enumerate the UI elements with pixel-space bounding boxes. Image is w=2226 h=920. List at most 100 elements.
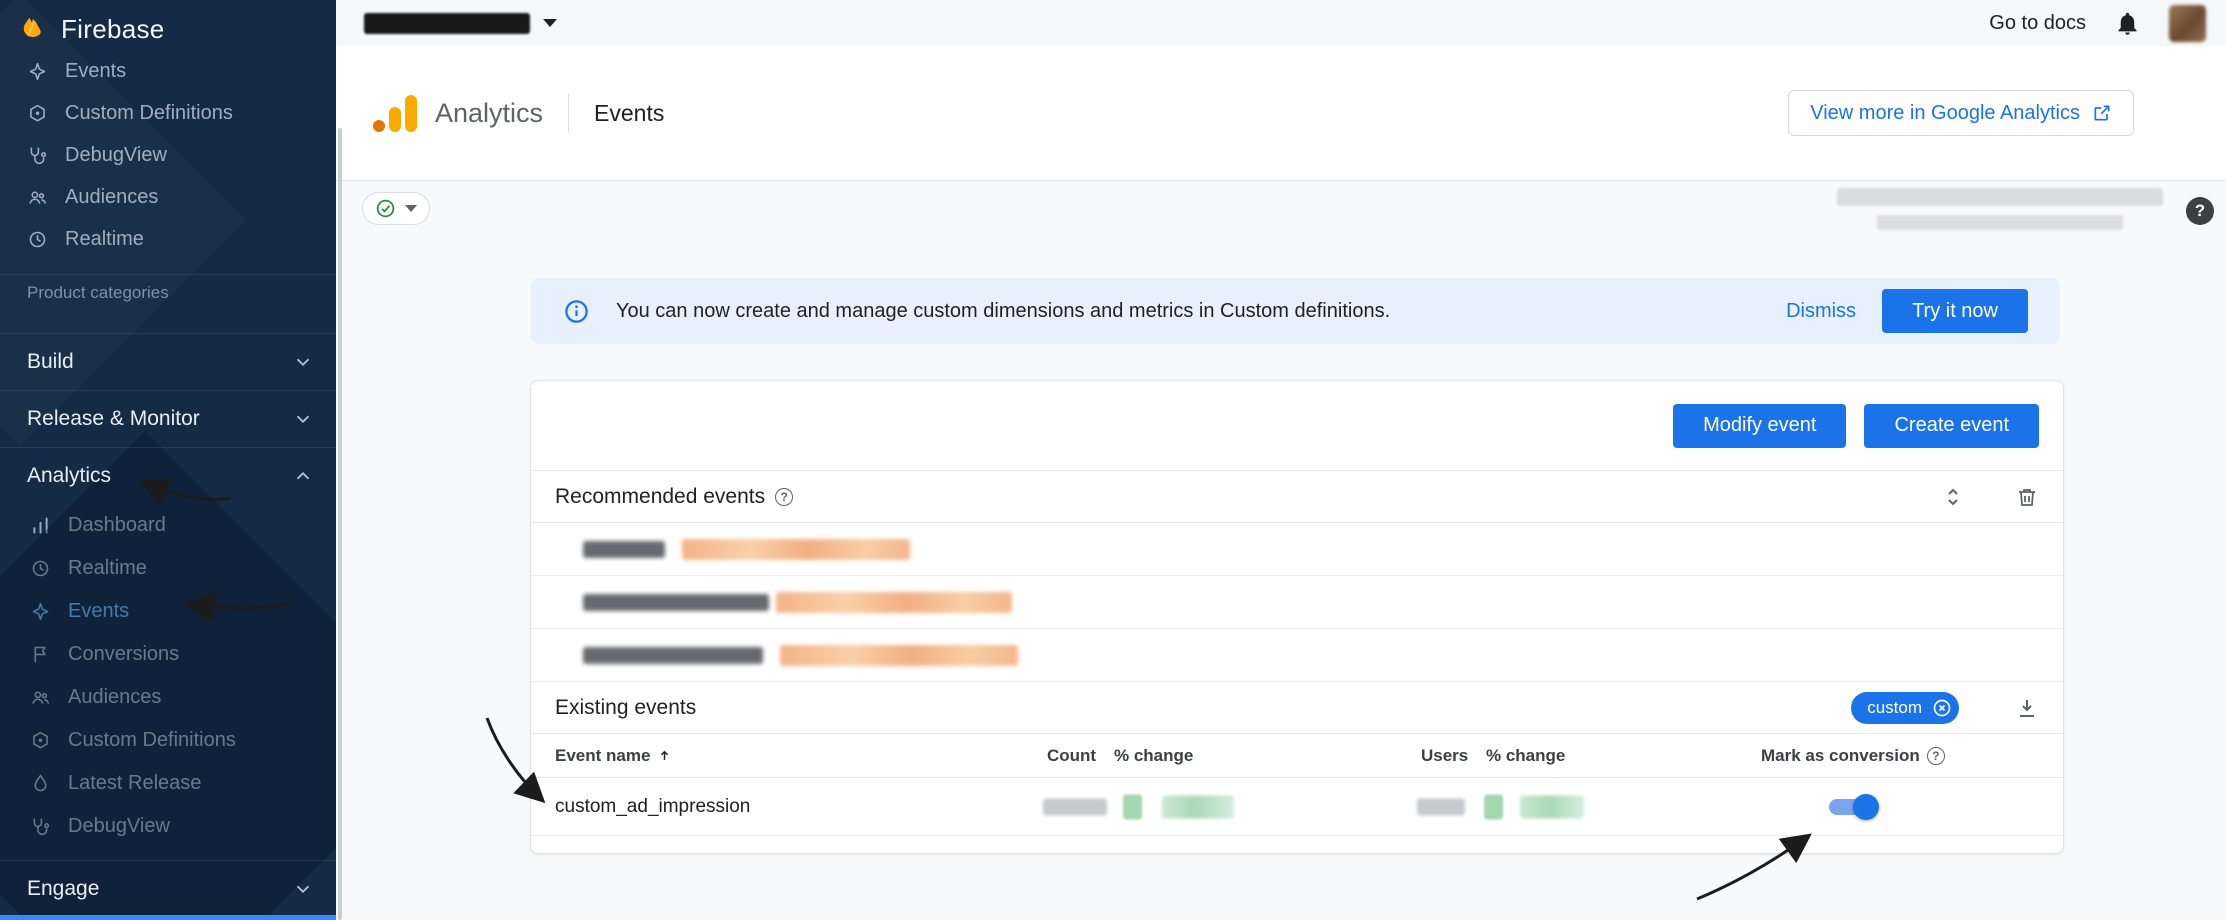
redacted-event-name <box>583 541 665 558</box>
topbar-right: Go to docs <box>1989 5 2206 42</box>
product-title: Analytics <box>435 98 543 129</box>
redacted-change-value <box>1162 795 1234 818</box>
recommended-toolbar <box>1941 485 2039 509</box>
redacted-users <box>1417 798 1465 815</box>
check-circle-icon <box>375 198 396 219</box>
help-glyph: ? <box>2195 201 2205 221</box>
go-to-docs-link[interactable]: Go to docs <box>1989 12 2086 35</box>
page-title: Events <box>594 100 664 127</box>
custom-definitions-icon <box>27 103 48 124</box>
redacted-text-line <box>1877 215 2123 230</box>
sidebar-item-label: DebugView <box>65 144 167 167</box>
firebase-home-link[interactable]: Firebase <box>0 0 336 46</box>
events-table-header: Event name Count % change Users % change… <box>531 734 2063 778</box>
view-more-label: View more in Google Analytics <box>1810 102 2080 125</box>
download-icon[interactable] <box>2015 696 2039 720</box>
chevron-down-icon <box>292 878 314 900</box>
redacted-change-icon <box>1123 794 1142 819</box>
sidebar-item-label: Realtime <box>65 228 144 251</box>
event-table-row[interactable]: custom_ad_impression <box>531 778 2063 836</box>
redacted-change-value <box>1520 795 1584 818</box>
audiences-icon <box>27 187 48 208</box>
close-icon[interactable] <box>1932 698 1952 718</box>
sidebar: Firebase Events Custom Definitions Debug… <box>0 0 336 920</box>
firebase-console: Firebase Events Custom Definitions Debug… <box>0 0 2226 920</box>
brand-name: Firebase <box>61 14 165 45</box>
redacted-description <box>776 592 1012 613</box>
existing-events-header: Existing events custom <box>531 682 2063 734</box>
user-avatar[interactable] <box>2169 5 2206 42</box>
redacted-change-icon <box>1484 794 1503 819</box>
mark-as-conversion-toggle[interactable] <box>1829 797 1877 817</box>
realtime-icon <box>27 229 48 250</box>
column-users-change[interactable]: % change <box>1486 746 1565 766</box>
redacted-event-name <box>583 594 769 611</box>
project-selector[interactable] <box>364 13 557 34</box>
help-icon[interactable]: ? <box>775 488 793 506</box>
info-banner: You can now create and manage custom dim… <box>531 278 2060 344</box>
card-actions-row: Modify event Create event <box>531 381 2063 471</box>
sort-unfold-icon[interactable] <box>1941 485 1965 509</box>
sidebar-item-realtime[interactable]: Realtime <box>0 218 336 260</box>
sidebar-item-audiences[interactable]: Audiences <box>0 176 336 218</box>
sidebar-item-label: Audiences <box>65 186 158 209</box>
status-filter-chip[interactable] <box>362 192 430 225</box>
notifications-bell-icon[interactable] <box>2114 10 2141 37</box>
sidebar-item-custom-definitions[interactable]: Custom Definitions <box>0 92 336 134</box>
recommended-event-row[interactable] <box>531 629 2063 682</box>
sidebar-section-engage[interactable]: Engage <box>0 860 336 917</box>
sidebar-item-debugview[interactable]: DebugView <box>0 134 336 176</box>
create-event-button[interactable]: Create event <box>1864 404 2039 448</box>
sidebar-bottom-accent <box>0 915 336 920</box>
external-link-icon <box>2092 103 2112 123</box>
dismiss-link[interactable]: Dismiss <box>1786 300 1856 323</box>
sidebar-section-analytics[interactable]: Analytics <box>0 447 336 504</box>
sidebar-item-events[interactable]: Events <box>0 50 336 92</box>
view-more-in-ga-button[interactable]: View more in Google Analytics <box>1788 90 2134 136</box>
redacted-description <box>682 539 910 560</box>
event-name-cell: custom_ad_impression <box>555 796 750 818</box>
topbar: Go to docs <box>336 0 2226 46</box>
recommended-event-row[interactable] <box>531 523 2063 576</box>
recommended-event-row[interactable] <box>531 576 2063 629</box>
product-categories-label: Product categories <box>0 274 336 313</box>
help-icon[interactable]: ? <box>1927 747 1945 765</box>
sort-ascending-icon <box>657 748 672 763</box>
redacted-header-info <box>1837 188 2163 230</box>
sidebar-scrollbar[interactable] <box>338 128 342 920</box>
sidebar-item-label: Events <box>65 60 126 83</box>
sidebar-section-release-monitor[interactable]: Release & Monitor <box>0 390 336 447</box>
redacted-description <box>780 645 1018 666</box>
modify-event-button[interactable]: Modify event <box>1673 404 1846 448</box>
help-icon[interactable]: ? <box>2186 197 2214 225</box>
redacted-text-line <box>1837 188 2163 206</box>
section-label: Release & Monitor <box>27 407 200 431</box>
existing-events-title: Existing events <box>555 696 696 720</box>
chevron-down-icon <box>292 408 314 430</box>
section-label: Engage <box>27 877 99 901</box>
redacted-event-name <box>583 647 763 664</box>
trash-icon[interactable] <box>2015 485 2039 509</box>
redacted-project-name <box>364 13 530 34</box>
caret-down-icon <box>405 205 417 212</box>
sidebar-section-build[interactable]: Build <box>0 333 336 390</box>
caret-down-icon <box>543 19 557 27</box>
column-event-name[interactable]: Event name <box>555 746 672 766</box>
try-it-now-button[interactable]: Try it now <box>1882 289 2028 333</box>
column-users[interactable]: Users <box>1421 746 1468 766</box>
debugview-icon <box>27 145 48 166</box>
column-change[interactable]: % change <box>1114 746 1193 766</box>
custom-filter-chip[interactable]: custom <box>1851 692 1959 724</box>
section-label: Analytics <box>27 464 111 488</box>
events-icon <box>27 61 48 82</box>
column-count[interactable]: Count <box>1047 746 1096 766</box>
recommended-events-title: Recommended events <box>555 485 765 509</box>
header-divider <box>568 94 569 132</box>
recommended-events-header: Recommended events ? <box>531 471 2063 523</box>
chip-label: custom <box>1867 698 1922 718</box>
section-label: Build <box>27 350 74 374</box>
banner-message: You can now create and manage custom dim… <box>616 300 1390 323</box>
sidebar-item-label: Custom Definitions <box>65 102 233 125</box>
chevron-up-icon <box>292 465 314 487</box>
google-analytics-logo-icon <box>373 95 417 132</box>
